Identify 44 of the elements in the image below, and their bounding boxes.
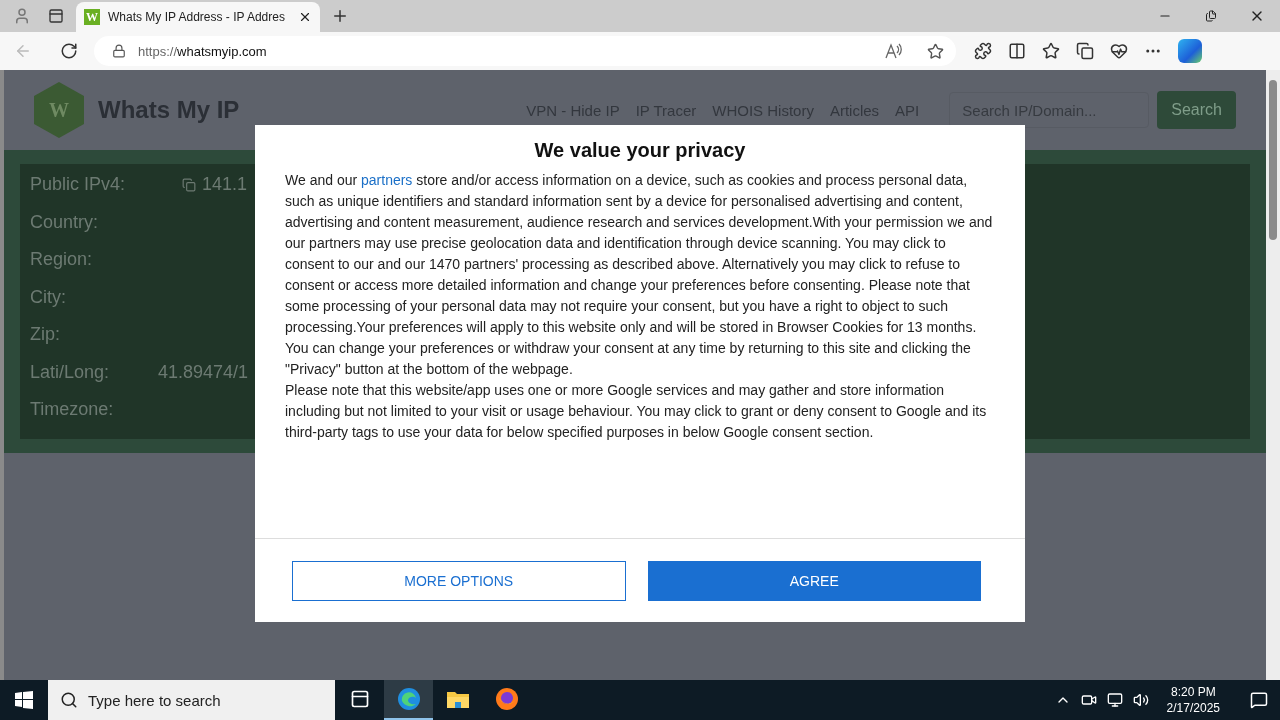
consent-text: We and our partners store and/or access information on a device, such as cookies and process personal data, such as unique identifiers and standard information sent by a device for personalised advertising and content, advertising and content measurement, audience research and services development.With your permission we and our partners may use precise geolocation data and identification through device scanning. You may click to consent to our and our 1470 partners' processing as described above. Alternatively you may click to refuse to consent or access more detailed information and change your preferences before consenting. Please note that some processing of your personal data may not require your consent, but you have a right to object to such processing.Your preferences will apply to this website only and will be stored in Browser Cookies for 13 months. You can change your preferences or withdraw your consent at any time by returning to this site and clicking the "Privacy" button at the bottom of the webpage.	[285, 171, 994, 379]
taskbar-search-field[interactable]: Type here to search	[48, 680, 335, 720]
task-view-icon	[349, 689, 370, 709]
search-button[interactable]: Search	[1157, 91, 1236, 129]
clock[interactable]: 8:20 PM 2/17/2025	[1166, 684, 1220, 716]
restore-icon[interactable]	[1205, 10, 1217, 22]
tab-title: Whats My IP Address - IP Addres	[108, 10, 286, 24]
folder-icon	[445, 689, 470, 709]
info-label: Lati/Long:	[30, 361, 111, 383]
favorites-icon[interactable]	[1042, 42, 1060, 60]
info-value: 41.89474/1	[158, 361, 249, 383]
partners-link[interactable]: partners	[361, 172, 413, 188]
browser-tab[interactable]: W Whats My IP Address - IP Addres	[76, 2, 320, 32]
info-value: 141.1	[202, 174, 248, 196]
close-tab-icon[interactable]	[298, 10, 312, 24]
camera-icon[interactable]	[1080, 692, 1097, 708]
copy-icon[interactable]	[182, 177, 196, 192]
google-consent-text: Please note that this website/app uses one or more Google services and may gather and store information including but not limited to your visit or usage behaviour. You may click to grant or deny consent to Google and its third-party tags to use your data for below specified purposes in below Google consent section.	[285, 381, 988, 442]
lock-icon	[112, 44, 126, 58]
info-label: Country:	[30, 211, 100, 233]
read-aloud-icon[interactable]	[885, 43, 903, 59]
extensions-icon[interactable]	[974, 42, 992, 60]
info-label: Zip:	[30, 324, 61, 346]
url-text: https://whatsmyip.com	[138, 43, 268, 59]
address-bar[interactable]: https://whatsmyip.com	[94, 36, 956, 66]
info-label: City:	[30, 286, 67, 308]
scrollbar[interactable]	[1266, 70, 1280, 680]
notifications-icon[interactable]	[1250, 691, 1268, 709]
reload-icon[interactable]	[60, 42, 78, 60]
info-label: Public IPv4:	[30, 174, 127, 196]
health-icon[interactable]	[1110, 42, 1128, 60]
volume-icon[interactable]	[1132, 692, 1149, 708]
more-options-button[interactable]: MORE OPTIONS	[292, 560, 626, 601]
agree-button[interactable]: AGREE	[647, 560, 981, 601]
collections-icon[interactable]	[1076, 42, 1094, 60]
split-screen-icon[interactable]	[1008, 42, 1026, 60]
info-label: Region:	[30, 249, 94, 271]
dialog-title: We value your privacy	[533, 139, 747, 162]
info-label: Timezone:	[30, 399, 115, 421]
browser-icon	[396, 687, 421, 711]
favorite-star-icon[interactable]	[927, 42, 944, 60]
search-placeholder: Type here to search	[88, 691, 221, 709]
search-icon	[60, 691, 78, 709]
site-favicon: W	[84, 9, 100, 25]
